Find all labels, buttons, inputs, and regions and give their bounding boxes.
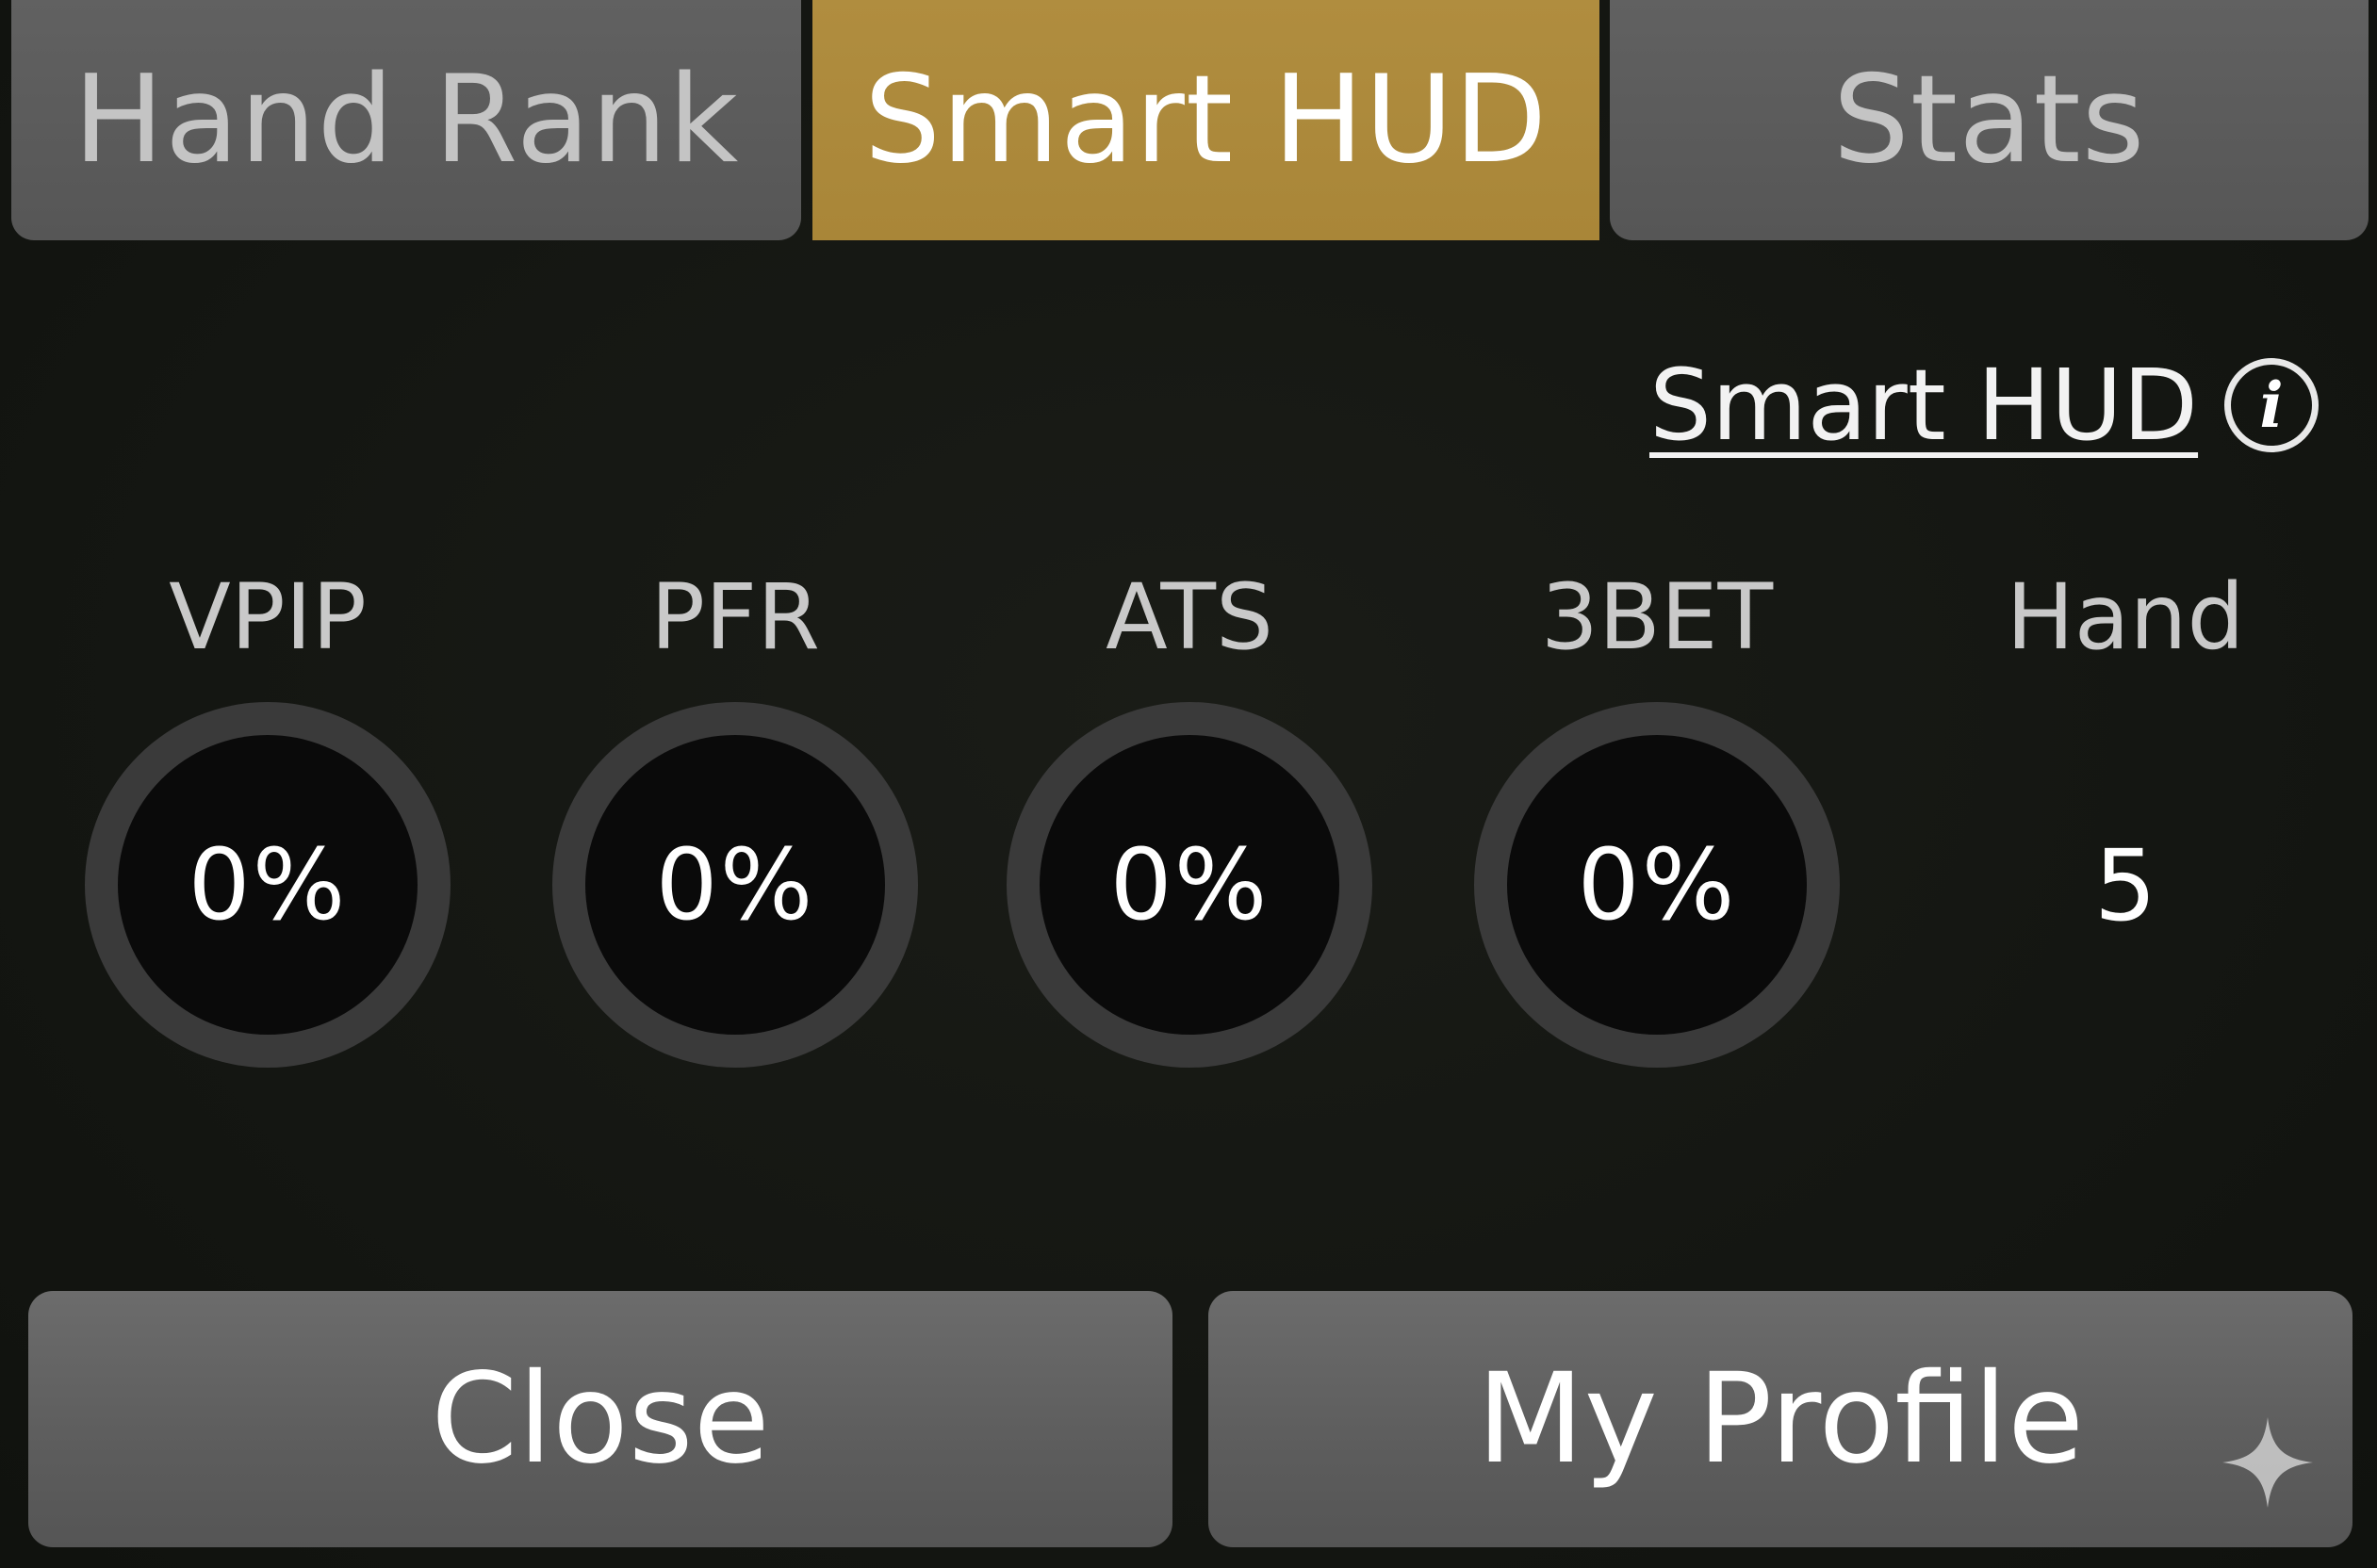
smart-hud-panel: Hand Rank Smart HUD Stats Smart HUD i VP… — [0, 0, 2377, 1568]
tab-label: Stats — [1832, 50, 2146, 190]
smart-hud-info-link[interactable]: Smart HUD i — [1649, 339, 2320, 471]
sparkle-icon — [2222, 1417, 2313, 1508]
tab-smart-hud[interactable]: Smart HUD — [812, 0, 1599, 240]
close-button-label: Close — [431, 1347, 770, 1492]
tab-label: Hand Rank — [73, 50, 740, 190]
tab-hand-rank[interactable]: Hand Rank — [11, 0, 801, 240]
stat-value-ats: 0% — [1040, 735, 1339, 1035]
tab-label: Smart HUD — [863, 50, 1549, 190]
stat-value-vpip: 0% — [118, 735, 418, 1035]
stat-value-pfr: 0% — [585, 735, 885, 1035]
my-profile-button[interactable]: My Profile — [1208, 1291, 2352, 1547]
close-button[interactable]: Close — [28, 1291, 1172, 1547]
stat-ring-3bet: 0% — [1474, 702, 1840, 1068]
stat-ring-ats: 0% — [1007, 702, 1372, 1068]
stat-ring-pfr: 0% — [552, 702, 918, 1068]
info-icon[interactable]: i — [2224, 358, 2320, 452]
tab-stats[interactable]: Stats — [1610, 0, 2369, 240]
stat-label-hand: Hand — [2006, 564, 2245, 670]
stat-label-ats: ATS — [1106, 564, 1273, 670]
stat-label-3bet: 3BET — [1540, 564, 1774, 670]
stat-ring-vpip: 0% — [85, 702, 451, 1068]
smart-hud-link-text[interactable]: Smart HUD — [1649, 348, 2198, 463]
my-profile-button-label: My Profile — [1476, 1347, 2085, 1492]
stat-label-pfr: PFR — [650, 564, 820, 670]
stat-value-3bet: 0% — [1507, 735, 1807, 1035]
stat-label-vpip: VPIP — [169, 564, 367, 670]
stat-value-hand: 5 — [2093, 828, 2157, 943]
